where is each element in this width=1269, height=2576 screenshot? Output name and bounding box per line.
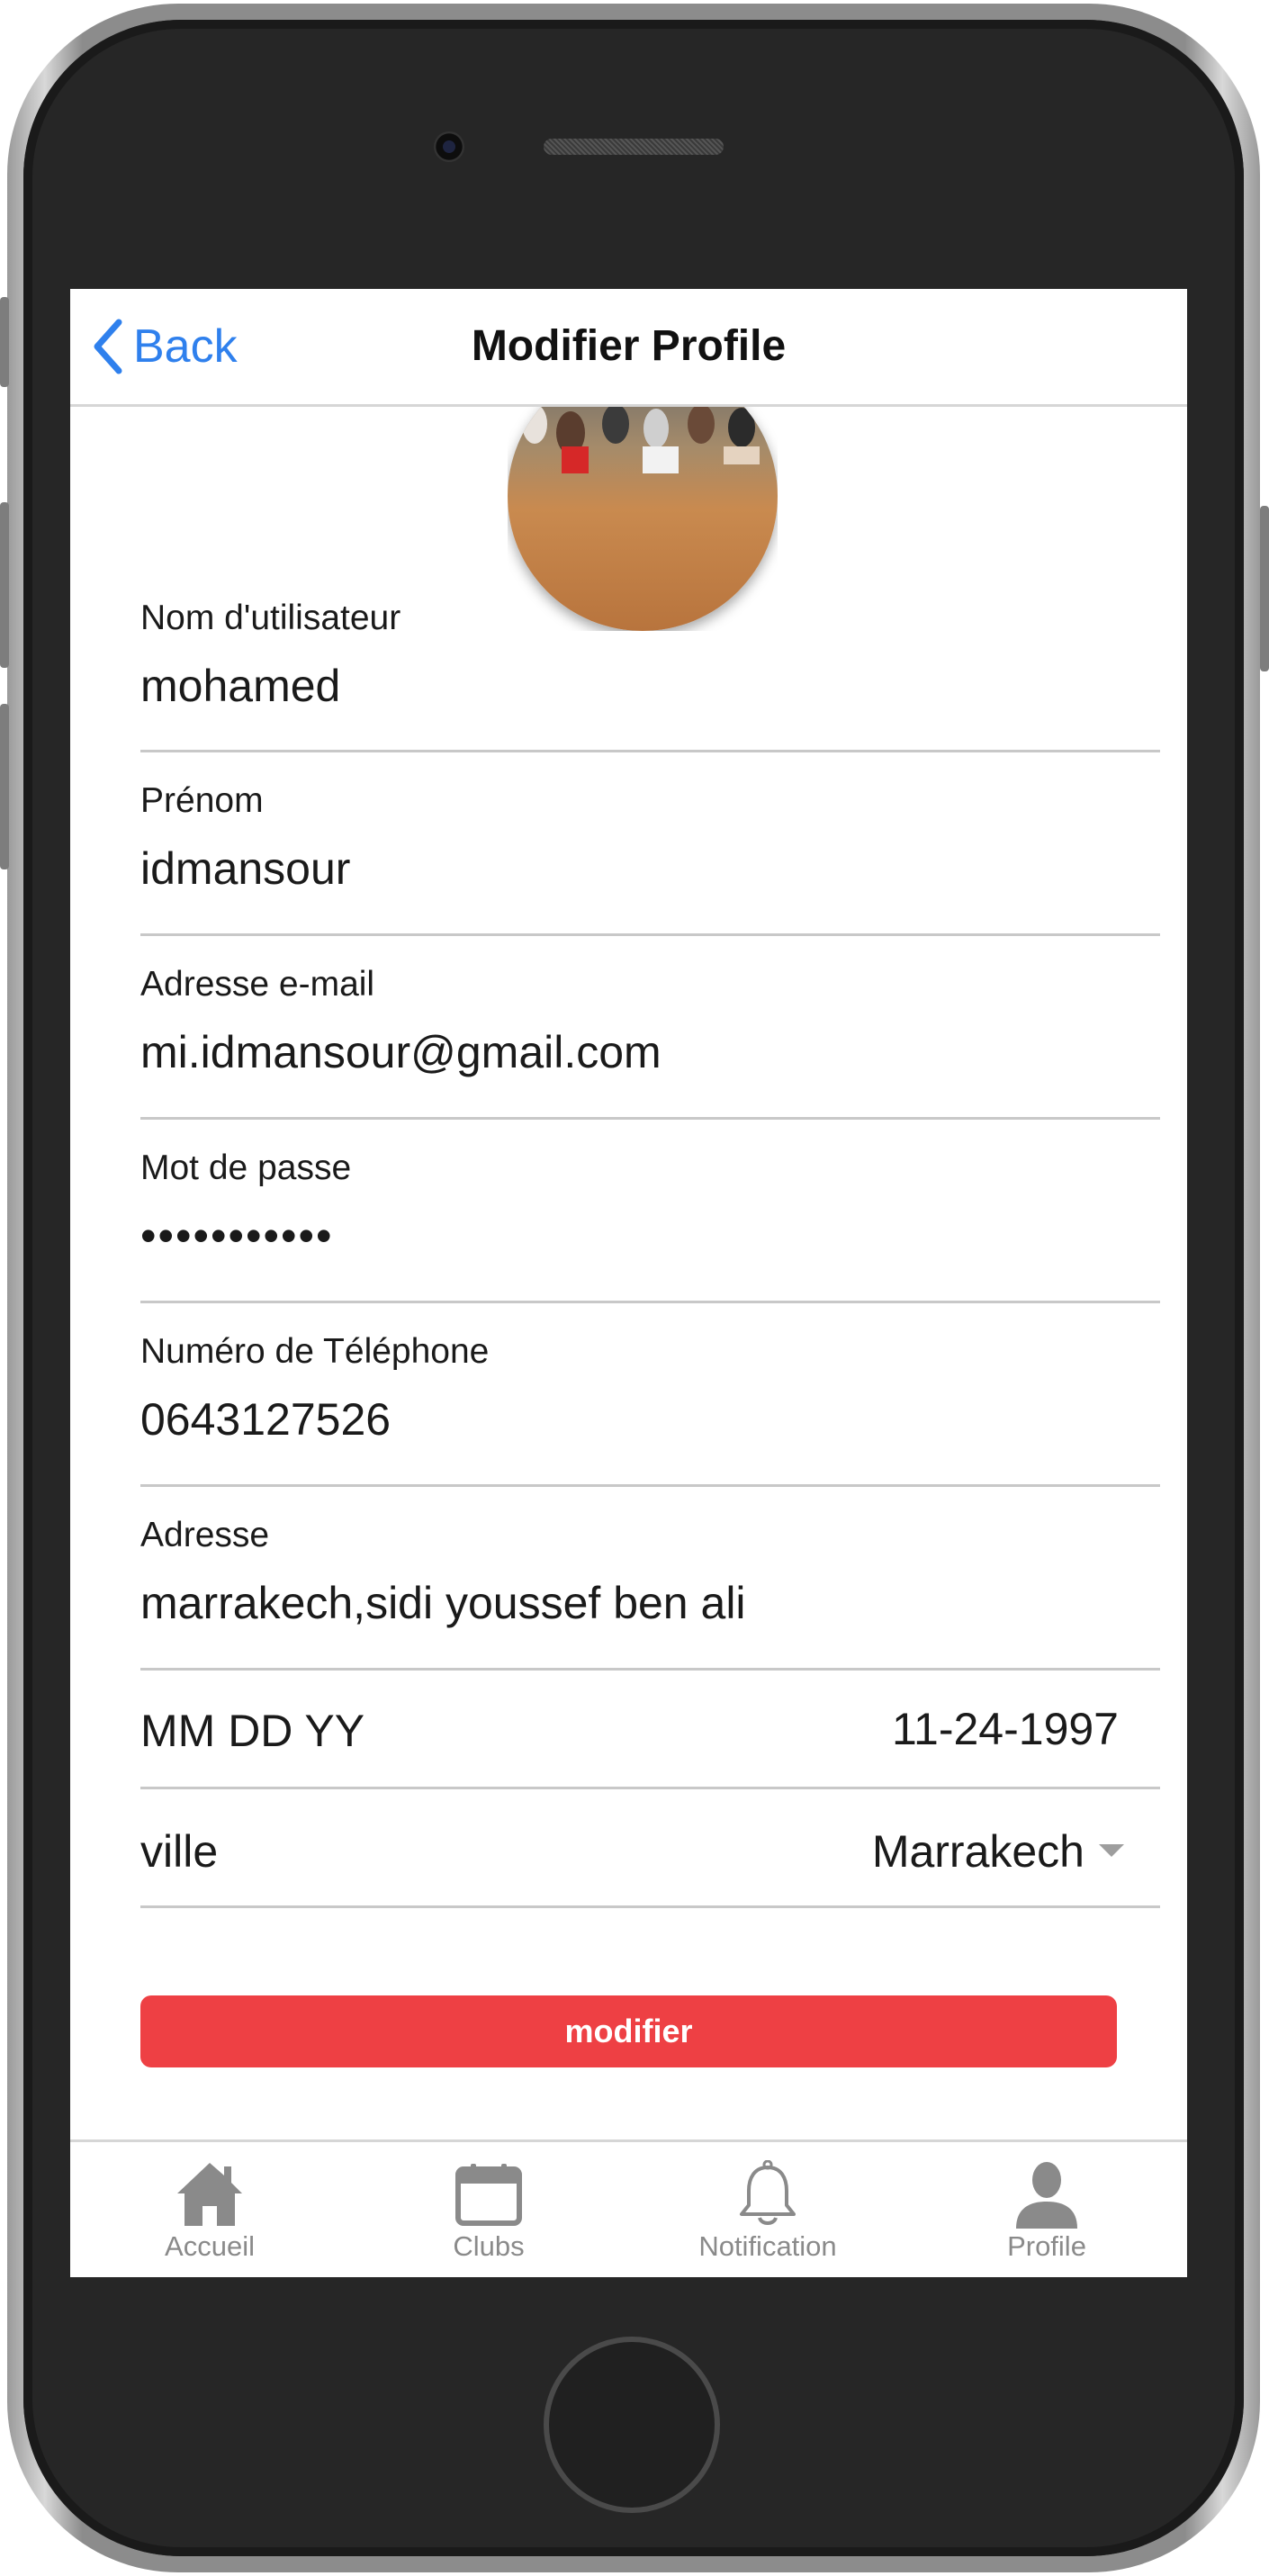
phone-label: Numéro de Téléphone [140,1332,490,1371]
tab-label-profile: Profile [1007,2230,1086,2262]
chevron-down-icon[interactable] [1099,1844,1124,1857]
home-icon [177,2163,242,2226]
address-label: Adresse [140,1516,270,1554]
nav-bar: Back Modifier Profile [70,289,1187,407]
password-label: Mot de passe [140,1148,352,1187]
city-label: ville [140,1826,219,1877]
address-input[interactable] [140,1572,1160,1635]
volume-up-button [0,502,9,668]
modifier-button[interactable]: modifier [140,1995,1117,2067]
phone-input[interactable] [140,1388,1160,1451]
password-field: Mot de passe [140,1120,1160,1303]
bell-icon [740,2160,796,2225]
person-icon [1016,2162,1077,2229]
address-field: Adresse [140,1487,1160,1671]
date-label: MM DD YY [140,1706,365,1756]
city-value[interactable]: Marrakech [872,1825,1084,1878]
tab-accueil[interactable]: Accueil [70,2142,349,2277]
mute-switch [0,297,9,387]
volume-down-button [0,704,9,869]
tab-label-clubs: Clubs [453,2230,525,2262]
phone-field: Numéro de Téléphone [140,1303,1160,1487]
date-value[interactable]: 11-24-1997 [892,1703,1119,1755]
date-picker-row[interactable]: MM DD YY 11-24-1997 [140,1671,1160,1789]
tab-label-accueil: Accueil [165,2230,255,2262]
email-field: Adresse e-mail [140,936,1160,1120]
email-label: Adresse e-mail [140,965,375,1004]
tab-label-notification: Notification [698,2230,837,2262]
firstname-input[interactable] [140,837,1160,900]
tab-clubs[interactable]: Clubs [349,2142,628,2277]
tab-notification[interactable]: Notification [628,2142,907,2277]
username-label: Nom d'utilisateur [140,599,401,637]
avatar-photo [522,407,760,473]
calendar-icon [455,2164,522,2226]
password-input[interactable] [140,1204,1160,1267]
username-field: Nom d'utilisateur [140,586,1160,752]
earpiece-speaker [544,139,724,155]
tab-profile[interactable]: Profile [907,2142,1186,2277]
firstname-label: Prénom [140,781,264,820]
firstname-field: Prénom [140,752,1160,936]
home-button[interactable] [544,2337,720,2513]
username-input[interactable] [140,654,1160,717]
power-button [1260,506,1269,671]
page-title: Modifier Profile [471,322,787,370]
app-screen: Back Modifier Profile Nom d'utilisateur … [70,289,1187,2277]
tab-bar: Accueil Clubs Notification Profile [70,2139,1187,2277]
email-input[interactable] [140,1021,1160,1084]
city-select-row[interactable]: ville Marrakech [140,1789,1160,1908]
front-camera [434,131,464,162]
